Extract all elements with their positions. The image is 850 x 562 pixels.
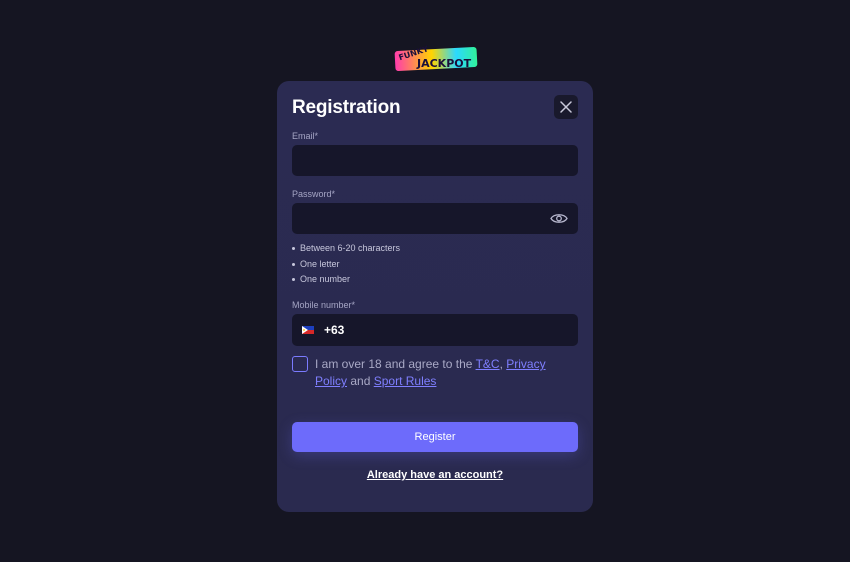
eye-icon[interactable] xyxy=(550,211,568,226)
password-field[interactable] xyxy=(292,203,578,234)
close-button[interactable] xyxy=(554,95,578,119)
email-field[interactable] xyxy=(292,145,578,176)
logo-graphic: FUNKY JACKPOT xyxy=(394,45,478,71)
age-terms-checkbox[interactable] xyxy=(292,356,308,372)
email-field-wrapper xyxy=(292,145,578,176)
agreement-and: and xyxy=(350,374,371,388)
password-rules: Between 6-20 characters One letter One n… xyxy=(292,241,400,288)
logo-line2: JACKPOT xyxy=(416,57,472,70)
mobile-number-field[interactable]: +63 xyxy=(292,314,578,346)
agreement-text: I am over 18 and agree to the T&C, Priva… xyxy=(315,356,577,390)
password-field-wrapper xyxy=(292,203,578,234)
close-icon xyxy=(560,101,572,113)
email-label: Email* xyxy=(292,131,319,141)
registration-modal: Registration Email* Password* Between 6-… xyxy=(277,81,593,512)
modal-title: Registration xyxy=(292,97,401,118)
sport-rules-link[interactable]: Sport Rules xyxy=(374,374,437,388)
mobile-label: Mobile number* xyxy=(292,300,356,310)
login-link[interactable]: Already have an account? xyxy=(277,469,593,481)
agreement-separator: , xyxy=(499,357,503,371)
register-button[interactable]: Register xyxy=(292,422,578,452)
password-rule-number: One number xyxy=(292,272,400,288)
country-code: +63 xyxy=(324,323,345,337)
funky-jackpot-logo: FUNKY JACKPOT xyxy=(393,45,479,73)
tc-link[interactable]: T&C xyxy=(476,357,500,371)
password-rule-length: Between 6-20 characters xyxy=(292,241,400,257)
password-label: Password* xyxy=(292,189,336,199)
password-rule-letter: One letter xyxy=(292,257,400,273)
philippines-flag-icon[interactable] xyxy=(302,326,314,334)
agreement-prefix: I am over 18 and agree to the xyxy=(315,357,473,371)
